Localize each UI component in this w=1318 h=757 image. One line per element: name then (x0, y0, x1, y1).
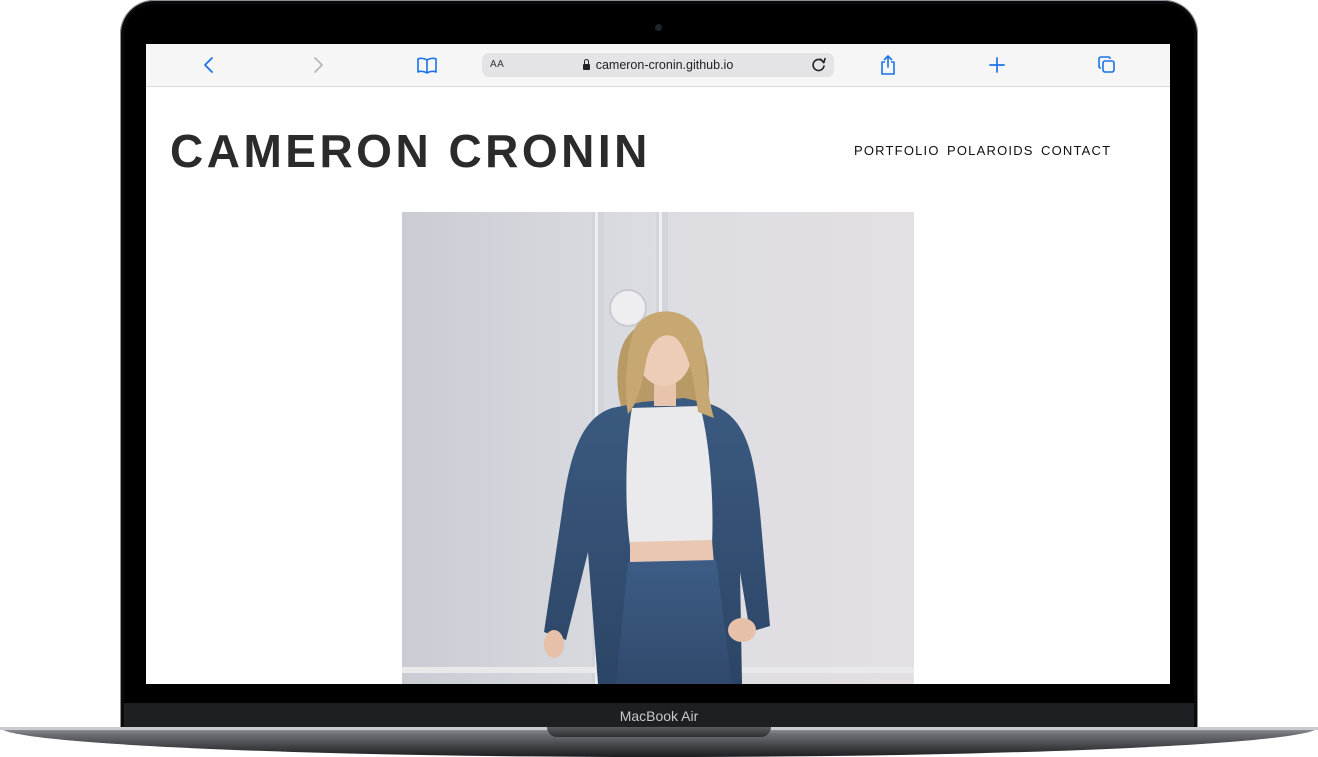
site-title[interactable]: CAMERON CRONIN (170, 128, 651, 174)
nav-polaroids[interactable]: POLAROIDS (947, 143, 1034, 158)
bookmarks-icon[interactable] (415, 54, 439, 76)
share-icon[interactable] (876, 54, 900, 76)
device-label: MacBook Air (619, 708, 699, 724)
url-display[interactable]: cameron-cronin.github.io (482, 53, 834, 77)
laptop-notch (547, 727, 771, 737)
url-text: cameron-cronin.github.io (595, 58, 734, 72)
browser-toolbar: cameron-cronin.github.io AA (146, 44, 1170, 87)
text-size-button[interactable]: AA (490, 53, 504, 77)
nav-portfolio[interactable]: PORTFOLIO (854, 143, 940, 158)
new-tab-icon[interactable] (985, 54, 1009, 76)
camera-icon (655, 24, 662, 31)
browser-screen: cameron-cronin.github.io AA CAMERON CRON… (146, 44, 1170, 684)
reload-icon[interactable] (810, 56, 828, 74)
address-bar[interactable]: cameron-cronin.github.io AA (482, 53, 834, 77)
back-icon[interactable] (197, 54, 221, 76)
tabs-icon[interactable] (1095, 54, 1119, 76)
portrait-photo (402, 212, 914, 684)
nav-contact[interactable]: CONTACT (1041, 143, 1111, 158)
forward-icon[interactable] (306, 54, 330, 76)
lock-icon (582, 59, 590, 70)
